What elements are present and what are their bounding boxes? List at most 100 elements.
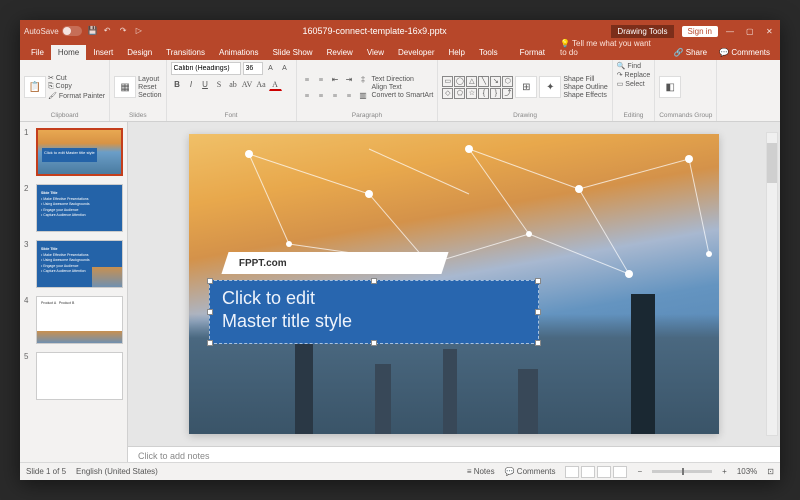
replace-button[interactable]: ↷ Replace bbox=[617, 71, 651, 79]
select-button[interactable]: ▭ Select bbox=[617, 80, 651, 88]
resize-handle[interactable] bbox=[207, 278, 213, 284]
section-button[interactable]: Section bbox=[138, 92, 161, 99]
tab-help[interactable]: Help bbox=[442, 45, 472, 60]
bold-button[interactable]: B bbox=[171, 78, 184, 91]
increase-font-icon[interactable]: A bbox=[265, 62, 277, 74]
resize-handle[interactable] bbox=[207, 340, 213, 346]
save-icon[interactable]: 💾 bbox=[88, 26, 98, 36]
fit-window-button[interactable]: ⊡ bbox=[767, 467, 774, 476]
numbering-button[interactable]: ≡ bbox=[315, 73, 328, 86]
shadow-button[interactable]: ab bbox=[227, 78, 240, 91]
underline-button[interactable]: U bbox=[199, 78, 212, 91]
format-painter-button[interactable]: 🖌 Format Painter bbox=[48, 92, 105, 100]
undo-icon[interactable]: ↶ bbox=[104, 26, 114, 36]
align-text-button[interactable]: Align Text bbox=[372, 84, 434, 91]
shapes-gallery[interactable]: ▭◯△╲↘⬡ ◇⬠☆{}⤴ bbox=[442, 76, 513, 99]
zoom-out-button[interactable]: − bbox=[637, 467, 642, 476]
slideshow-view-button[interactable] bbox=[613, 466, 627, 478]
tab-design[interactable]: Design bbox=[120, 45, 159, 60]
vertical-scrollbar[interactable] bbox=[766, 132, 778, 436]
normal-view-button[interactable] bbox=[565, 466, 579, 478]
paste-button[interactable]: 📋 bbox=[24, 76, 46, 98]
shape-outline-button[interactable]: Shape Outline bbox=[563, 84, 607, 91]
spacing-button[interactable]: AV bbox=[241, 78, 254, 91]
redo-icon[interactable]: ↷ bbox=[120, 26, 130, 36]
strike-button[interactable]: S bbox=[213, 78, 226, 91]
close-icon[interactable]: ✕ bbox=[766, 27, 776, 36]
copy-button[interactable]: ⎘ Copy bbox=[48, 83, 105, 91]
indent-dec-button[interactable]: ⇤ bbox=[329, 73, 342, 86]
font-name-input[interactable] bbox=[171, 62, 241, 75]
autosave-toggle[interactable]: AutoSave bbox=[24, 26, 82, 36]
arrange-button[interactable]: ⊞ bbox=[515, 76, 537, 98]
resize-handle[interactable] bbox=[371, 340, 377, 346]
indent-inc-button[interactable]: ⇥ bbox=[343, 73, 356, 86]
find-button[interactable]: 🔍 Find bbox=[617, 62, 651, 70]
line-spacing-button[interactable]: ‡ bbox=[357, 73, 370, 86]
font-color-button[interactable]: A bbox=[269, 78, 282, 91]
align-left-button[interactable]: ≡ bbox=[301, 89, 314, 102]
thumbnail-1[interactable]: 1 Click to edit Master title style bbox=[24, 128, 123, 176]
comments-toggle[interactable]: 💬 Comments bbox=[505, 467, 556, 476]
reading-view-button[interactable] bbox=[597, 466, 611, 478]
italic-button[interactable]: I bbox=[185, 78, 198, 91]
tellme-search[interactable]: 💡 Tell me what you want to do bbox=[552, 36, 668, 60]
font-size-input[interactable] bbox=[243, 62, 263, 75]
tab-animations[interactable]: Animations bbox=[212, 45, 266, 60]
cut-button[interactable]: ✂ Cut bbox=[48, 74, 105, 82]
tab-transitions[interactable]: Transitions bbox=[159, 45, 212, 60]
shape-effects-button[interactable]: Shape Effects bbox=[563, 92, 607, 99]
resize-handle[interactable] bbox=[535, 340, 541, 346]
zoom-slider[interactable] bbox=[652, 470, 712, 473]
resize-handle[interactable] bbox=[207, 309, 213, 315]
language-status[interactable]: English (United States) bbox=[76, 467, 158, 476]
text-direction-button[interactable]: Text Direction bbox=[372, 76, 434, 83]
maximize-icon[interactable]: ▢ bbox=[746, 27, 756, 36]
notes-pane[interactable]: Click to add notes bbox=[128, 446, 780, 462]
tab-tools[interactable]: Tools bbox=[472, 45, 505, 60]
start-icon[interactable]: ▷ bbox=[136, 26, 146, 36]
resize-handle[interactable] bbox=[535, 278, 541, 284]
case-button[interactable]: Aa bbox=[255, 78, 268, 91]
reset-button[interactable]: Reset bbox=[138, 84, 161, 91]
sorter-view-button[interactable] bbox=[581, 466, 595, 478]
title-placeholder[interactable]: Click to editMaster title style bbox=[209, 280, 539, 344]
tab-insert[interactable]: Insert bbox=[86, 45, 120, 60]
tab-view[interactable]: View bbox=[360, 45, 391, 60]
slide-area[interactable]: FPPT.com Click to editMaster title style bbox=[128, 122, 780, 446]
zoom-in-button[interactable]: + bbox=[722, 467, 727, 476]
shape-fill-button[interactable]: Shape Fill bbox=[563, 76, 607, 83]
columns-button[interactable]: ▥ bbox=[357, 89, 370, 102]
resize-handle[interactable] bbox=[371, 278, 377, 284]
align-center-button[interactable]: ≡ bbox=[315, 89, 328, 102]
thumbnail-4[interactable]: 4 Product A Product B bbox=[24, 296, 123, 344]
tab-home[interactable]: Home bbox=[51, 45, 86, 60]
comments-button[interactable]: 💬 Comments bbox=[713, 45, 776, 60]
zoom-level[interactable]: 103% bbox=[737, 467, 757, 476]
justify-button[interactable]: ≡ bbox=[343, 89, 356, 102]
layout-button[interactable]: Layout bbox=[138, 76, 161, 83]
tab-format[interactable]: Format bbox=[513, 45, 552, 60]
thumbnail-2[interactable]: 2 Slide Title• Make Effective Presentati… bbox=[24, 184, 123, 232]
smartart-button[interactable]: Convert to SmartArt bbox=[372, 92, 434, 99]
tab-file[interactable]: File bbox=[24, 45, 51, 60]
quick-styles-button[interactable]: ✦ bbox=[539, 76, 561, 98]
minimize-icon[interactable]: — bbox=[726, 27, 736, 36]
bullets-button[interactable]: ≡ bbox=[301, 73, 314, 86]
decrease-font-icon[interactable]: A bbox=[279, 62, 291, 74]
thumb-number: 2 bbox=[24, 184, 32, 232]
tab-developer[interactable]: Developer bbox=[391, 45, 441, 60]
new-slide-button[interactable]: ▦ bbox=[114, 76, 136, 98]
share-button[interactable]: 🔗 Share bbox=[668, 45, 714, 60]
resize-handle[interactable] bbox=[535, 309, 541, 315]
tab-slideshow[interactable]: Slide Show bbox=[266, 45, 320, 60]
thumbnail-3[interactable]: 3 Slide Title• Make Effective Presentati… bbox=[24, 240, 123, 288]
signin-button[interactable]: Sign in bbox=[682, 26, 718, 37]
tab-review[interactable]: Review bbox=[320, 45, 360, 60]
subtitle-banner[interactable]: FPPT.com bbox=[221, 252, 448, 274]
thumbnail-5[interactable]: 5 bbox=[24, 352, 123, 400]
slide-counter[interactable]: Slide 1 of 5 bbox=[26, 467, 66, 476]
align-right-button[interactable]: ≡ bbox=[329, 89, 342, 102]
notes-toggle[interactable]: ≡ Notes bbox=[467, 467, 495, 476]
taskpane-button[interactable]: ◧ bbox=[659, 76, 681, 98]
